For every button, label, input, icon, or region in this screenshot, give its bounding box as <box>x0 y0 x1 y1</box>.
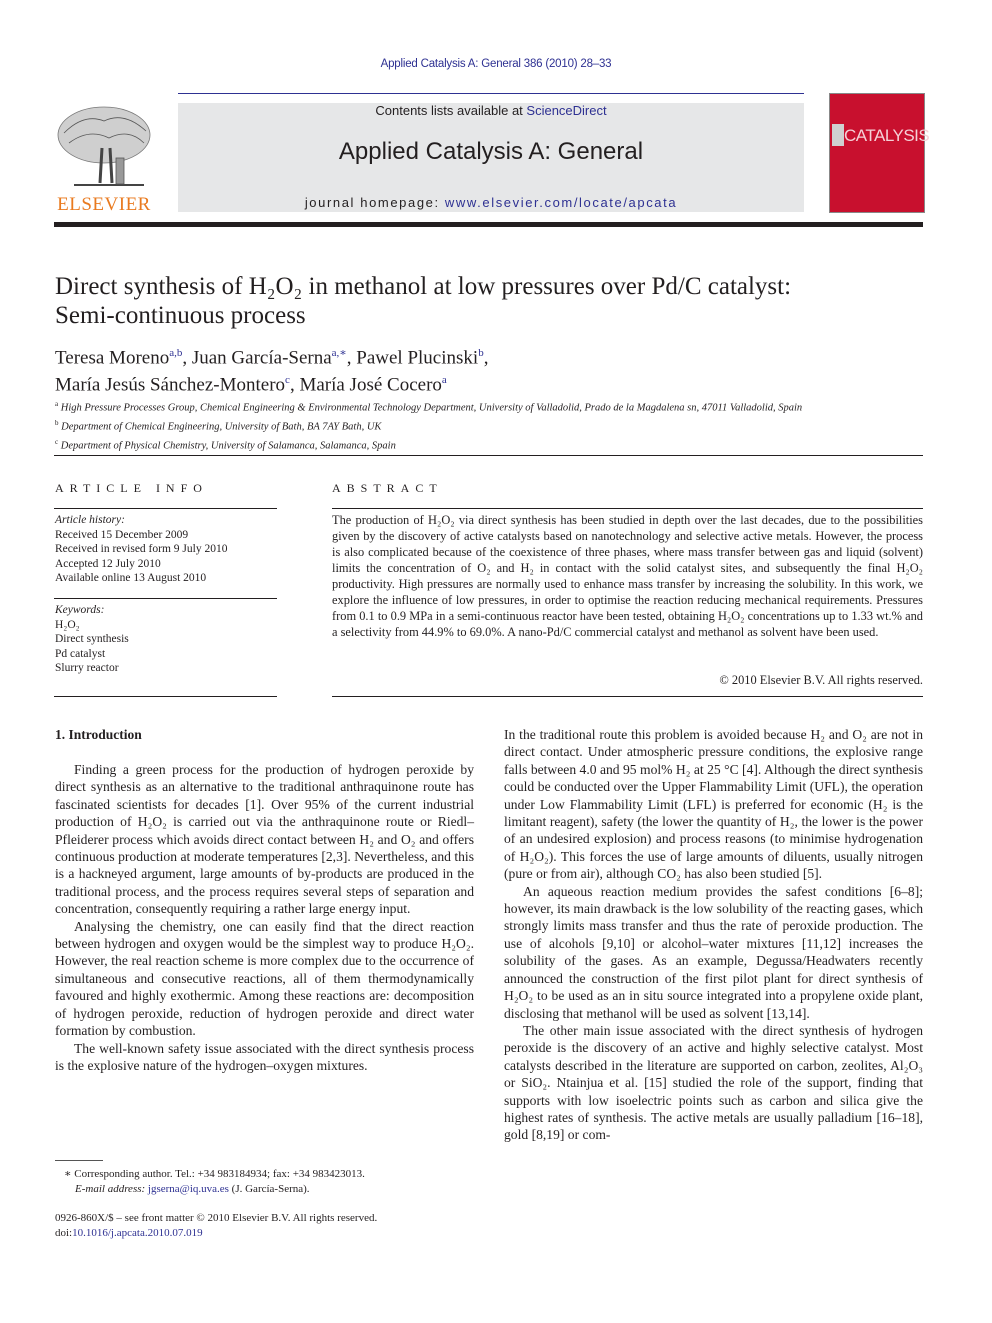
header-divider <box>178 93 804 94</box>
author-separator: , <box>483 347 489 369</box>
contents-available-line: Contents lists available at ScienceDirec… <box>178 103 804 118</box>
affiliation-key: c <box>55 438 59 446</box>
running-head[interactable]: Applied Catalysis A: General 386 (2010) … <box>0 58 992 70</box>
author-name: Juan García-Serna <box>191 347 332 369</box>
corresponding-author-footnote: ∗ Corresponding author. Tel.: +34 983184… <box>64 1167 484 1197</box>
body-paragraph: An aqueous reaction medium provides the … <box>504 883 923 1021</box>
history-item: Received in revised form 9 July 2010 <box>55 543 228 555</box>
affiliation-item: a High Pressure Processes Group, Chemica… <box>55 397 935 416</box>
homepage-link[interactable]: www.elsevier.com/locate/apcata <box>445 195 677 210</box>
doi-line: doi:10.1016/j.apcata.2010.07.019 <box>55 1226 485 1241</box>
affiliation-text: High Pressure Processes Group, Chemical … <box>60 402 803 414</box>
affiliation-item: b Department of Chemical Engineering, Un… <box>55 416 935 435</box>
author-name: Pawel Plucinski <box>356 347 479 369</box>
sciencedirect-link[interactable]: ScienceDirect <box>526 103 606 118</box>
body-right-column: In the traditional route this problem is… <box>504 726 923 1144</box>
header-thick-rule <box>54 222 923 227</box>
front-matter-text: 0926-860X/$ – see front matter © 2010 El… <box>55 1212 378 1224</box>
author-line-1: Teresa Morenoa,b, Juan García-Sernaa,∗, … <box>55 342 925 369</box>
affiliation-key: a <box>55 400 59 408</box>
email-line: E-mail address: jgserna@iq.uva.es (J. Ga… <box>64 1182 484 1197</box>
history-item: Available online 13 August 2010 <box>55 572 207 584</box>
abstract-rule <box>332 508 923 509</box>
elsevier-wordmark: ELSEVIER <box>57 194 151 215</box>
journal-homepage-line: journal homepage: www.elsevier.com/locat… <box>178 195 804 210</box>
author-line-2: María Jesús Sánchez-Monteroc, María José… <box>55 369 925 396</box>
body-paragraph: The other main issue associated with the… <box>504 1022 923 1143</box>
abstract-bottom-rule <box>332 696 923 697</box>
author-separator: , <box>346 347 357 369</box>
email-label: E-mail address: <box>75 1183 148 1195</box>
keyword-item: H₂O₂ <box>55 618 80 631</box>
author-affiliation-marker[interactable]: a <box>442 374 447 386</box>
doi-link[interactable]: 10.1016/j.apcata.2010.07.019 <box>72 1227 202 1239</box>
keywords-label: Keywords: <box>55 604 105 616</box>
corresponding-author-text: ∗ Corresponding author. Tel.: +34 983184… <box>64 1168 365 1180</box>
history-label: Article history: <box>55 514 125 526</box>
keyword-item: Slurry reactor <box>55 662 119 674</box>
keywords-rule <box>54 598 277 599</box>
body-paragraph: Finding a green process for the producti… <box>55 762 474 917</box>
author-separator: , <box>289 374 300 396</box>
affiliation-key: b <box>55 419 59 427</box>
cover-graphic <box>832 124 844 146</box>
author-affiliation-marker[interactable]: a,b <box>169 347 182 359</box>
author-name: María José Cocero <box>299 374 442 396</box>
abstract-text: The production of H₂O₂ via direct synthe… <box>332 513 923 639</box>
body-paragraph: Analysing the chemistry, one can easily … <box>55 918 474 1039</box>
affiliation-text: Department of Chemical Engineering, Univ… <box>61 421 382 433</box>
keyword-item: Pd catalyst <box>55 647 106 660</box>
journal-cover-thumbnail[interactable]: CATALYSIS <box>829 93 930 213</box>
body-paragraph: In the traditional route this problem is… <box>504 727 923 882</box>
keyword-item: Direct synthesis <box>55 633 129 645</box>
history-item: Accepted 12 July 2010 <box>55 557 161 570</box>
affiliations: a High Pressure Processes Group, Chemica… <box>55 397 935 454</box>
cover-title: CATALYSIS <box>844 126 930 145</box>
email-link[interactable]: jgserna@iq.uva.es <box>148 1183 229 1195</box>
article-history: Article history: Received 15 December 20… <box>55 513 277 586</box>
keywords: Keywords: H₂O₂ Direct synthesis Pd catal… <box>55 603 277 676</box>
article-title: Direct synthesis of H₂O₂ in methanol at … <box>55 272 925 330</box>
author-separator: , <box>182 347 192 369</box>
title-line-1: Direct synthesis of H₂O₂ in methanol at … <box>55 273 792 300</box>
doi-prefix: doi: <box>55 1227 73 1239</box>
journal-title: Applied Catalysis A: General <box>338 138 644 165</box>
abstract-copyright: © 2010 Elsevier B.V. All rights reserved… <box>719 673 923 687</box>
body-left-column: Finding a green process for the producti… <box>55 761 474 1074</box>
email-suffix: (J. García-Serna). <box>228 1183 310 1195</box>
abstract-heading: ABSTRACT <box>332 481 443 495</box>
footnote-rule <box>55 1160 103 1161</box>
tree-icon <box>57 106 151 186</box>
article-info-heading: ARTICLE INFO <box>55 481 208 495</box>
affiliations-divider <box>54 455 923 456</box>
history-item: Received 15 December 2009 <box>55 528 189 541</box>
author-name: María Jesús Sánchez-Montero <box>55 374 286 396</box>
front-matter: 0926-860X/$ – see front matter © 2010 El… <box>55 1211 485 1241</box>
article-info-bottom-rule <box>54 696 277 697</box>
homepage-prefix: journal homepage: <box>304 195 445 210</box>
author-affiliation-marker[interactable]: a,∗ <box>332 347 347 359</box>
title-line-2: Semi-continuous process <box>55 302 306 329</box>
author-name: Teresa Moreno <box>55 347 170 369</box>
author-list: Teresa Morenoa,b, Juan García-Sernaa,∗, … <box>55 342 925 397</box>
body-paragraph: The well-known safety issue associated w… <box>55 1040 474 1073</box>
affiliation-item: c Department of Physical Chemistry, Univ… <box>55 435 935 454</box>
section-heading-introduction: 1. Introduction <box>55 727 142 742</box>
article-info-rule <box>54 508 277 509</box>
contents-prefix: Contents lists available at <box>375 103 527 118</box>
affiliation-text: Department of Physical Chemistry, Univer… <box>60 440 396 452</box>
